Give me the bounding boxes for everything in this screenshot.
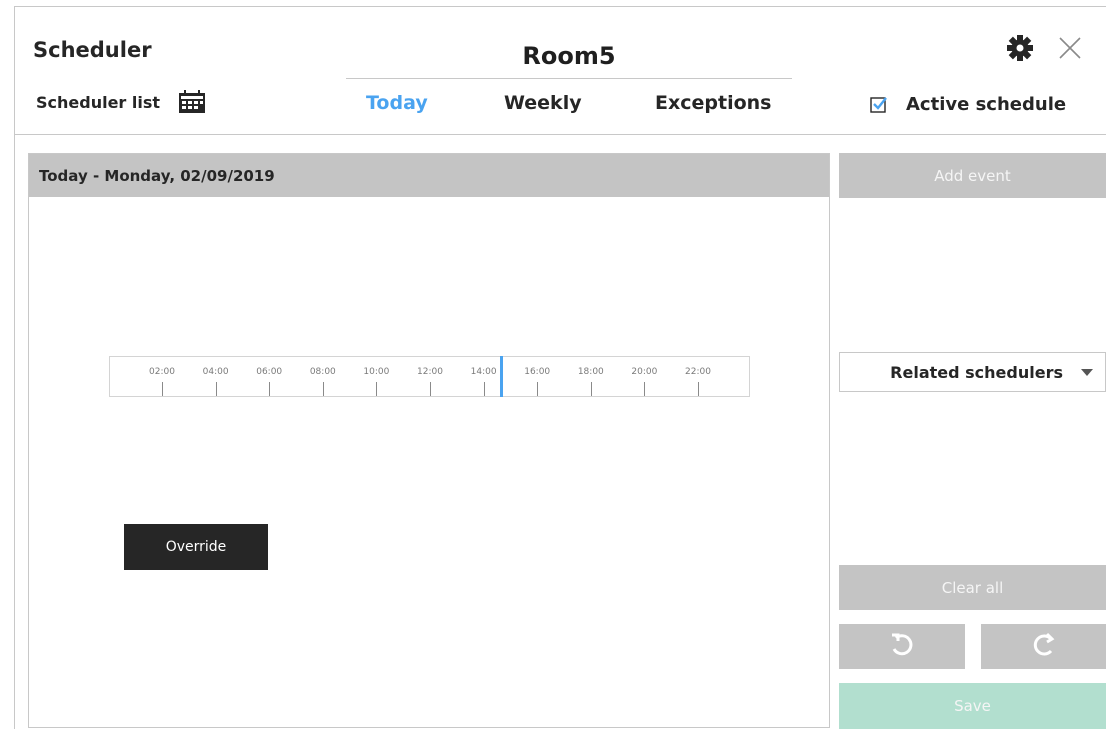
timeline-tick (590, 382, 592, 396)
add-event-button[interactable]: Add event (839, 153, 1106, 198)
tab-exceptions[interactable]: Exceptions (655, 92, 771, 114)
calendar-icon[interactable] (176, 89, 208, 115)
timeline-tick (537, 382, 539, 396)
timeline-tick (162, 382, 163, 396)
day-timeline[interactable]: 02:00 04:00 06:00 08:00 10:00 12:00 14:00 16:00… (109, 356, 750, 397)
override-button[interactable]: Override (124, 524, 268, 570)
timeline-tick (644, 382, 646, 396)
timeline-tick (322, 382, 324, 396)
header-divider (14, 134, 1106, 135)
chevron-down-icon (1081, 369, 1093, 376)
scheduler-list-label: Scheduler list (36, 92, 161, 112)
tab-today[interactable]: Today (366, 92, 428, 114)
timeline-tick (215, 382, 217, 396)
timeline-tick-label: 14:00 (470, 367, 497, 377)
related-schedulers-label: Related schedulers (890, 362, 1063, 382)
timeline-tick-label: 06:00 (256, 367, 283, 377)
close-icon[interactable] (1058, 36, 1082, 60)
timeline-tick (376, 382, 378, 396)
app-title: Scheduler (33, 38, 152, 62)
clear-all-button[interactable]: Clear all (839, 565, 1106, 610)
timeline-tick-label: 02:00 (149, 367, 175, 377)
redo-button[interactable] (981, 624, 1106, 669)
room-title: Room5 (522, 42, 616, 70)
active-schedule-checkbox[interactable] (870, 96, 888, 114)
save-button[interactable]: Save (839, 683, 1106, 729)
timeline-tick-label: 12:00 (417, 367, 443, 377)
timeline-tick (269, 382, 271, 396)
timeline-tick-label: 20:00 (631, 367, 658, 377)
timeline-tick (430, 382, 431, 396)
timeline-tick (483, 382, 485, 396)
undo-button[interactable] (839, 624, 965, 669)
scheduler-list-link[interactable]: Scheduler list (36, 89, 208, 115)
undo-icon (889, 632, 915, 662)
timeline-tick-label: 04:00 (202, 367, 229, 377)
timeline-tick-label: 22:00 (685, 367, 711, 377)
active-schedule-label: Active schedule (906, 94, 1067, 115)
active-schedule-toggle[interactable]: Active schedule (870, 94, 1066, 115)
redo-icon (1031, 632, 1057, 662)
title-divider (346, 78, 792, 79)
timeline-tick-label: 16:00 (524, 367, 551, 377)
timeline-tick-label: 18:00 (577, 367, 604, 377)
related-schedulers-dropdown[interactable]: Related schedulers (839, 352, 1106, 392)
today-panel: Today - Monday, 02/09/2019 02:00 04:00 06:… (28, 153, 830, 728)
tab-weekly[interactable]: Weekly (504, 92, 582, 114)
current-time-marker (499, 356, 503, 397)
timeline-tick-label: 08:00 (309, 367, 336, 377)
gear-icon[interactable] (1006, 34, 1034, 62)
panel-header: Today - Monday, 02/09/2019 (29, 154, 829, 197)
timeline-tick (698, 382, 699, 396)
timeline-tick-label: 10:00 (363, 367, 390, 377)
